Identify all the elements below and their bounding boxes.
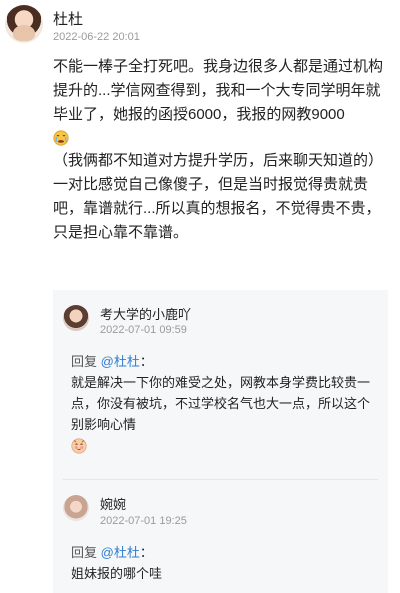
reply-avatar[interactable] bbox=[63, 495, 89, 521]
reply-to-line: 回复 @杜杜： bbox=[71, 542, 376, 563]
reply-author-name[interactable]: 考大学的小鹿吖 bbox=[100, 304, 191, 323]
reply-colon: ： bbox=[139, 545, 153, 560]
mention-link[interactable]: @杜杜 bbox=[101, 545, 140, 560]
author-avatar[interactable] bbox=[5, 5, 43, 43]
reply-body: 回复 @杜杜： 就是解决一下你的难受之处，网教本身学费比较贵一点，你没有被坑，不… bbox=[71, 351, 376, 457]
comment-post: 杜杜 2022-06-22 20:01 不能一棒子全打死吧。我身边很多人都是通过… bbox=[0, 0, 400, 593]
reply-to-line: 回复 @杜杜： bbox=[71, 351, 376, 372]
author-name[interactable]: 杜杜 bbox=[53, 8, 83, 29]
crying-emoji-icon bbox=[53, 127, 395, 149]
reply-word: 回复 bbox=[71, 354, 98, 369]
post-paragraph-1: 不能一棒子全打死吧。我身边很多人都是通过机构提升的...学信网查得到，我和一个大… bbox=[53, 58, 384, 123]
blush-emoji-icon bbox=[71, 435, 376, 457]
reply-colon: ： bbox=[139, 354, 153, 369]
reply-body: 回复 @杜杜： 姐妹报的哪个哇 bbox=[71, 542, 376, 584]
reply-timestamp: 2022-07-01 19:25 bbox=[100, 515, 187, 527]
reply-text: 姐妹报的哪个哇 bbox=[71, 566, 163, 581]
post-timestamp: 2022-06-22 20:01 bbox=[53, 31, 140, 43]
post-body: 不能一棒子全打死吧。我身边很多人都是通过机构提升的...学信网查得到，我和一个大… bbox=[53, 55, 395, 245]
reply-timestamp: 2022-07-01 09:59 bbox=[100, 324, 187, 336]
reply-word: 回复 bbox=[71, 545, 98, 560]
reply-author-name[interactable]: 婉婉 bbox=[100, 494, 126, 513]
mention-link[interactable]: @杜杜 bbox=[101, 354, 140, 369]
reply-text: 就是解决一下你的难受之处，网教本身学费比较贵一点，你没有被坑，不过学校名气也大一… bbox=[71, 375, 371, 432]
reply-divider bbox=[63, 479, 378, 480]
reply-avatar[interactable] bbox=[63, 305, 89, 331]
replies-section: 考大学的小鹿吖 2022-07-01 09:59 回复 @杜杜： 就是解决一下你… bbox=[53, 290, 388, 593]
post-paragraph-2: （我俩都不知道对方提升学历，后来聊天知道的）一对比感觉自己像傻子，但是当时报觉得… bbox=[53, 152, 384, 241]
